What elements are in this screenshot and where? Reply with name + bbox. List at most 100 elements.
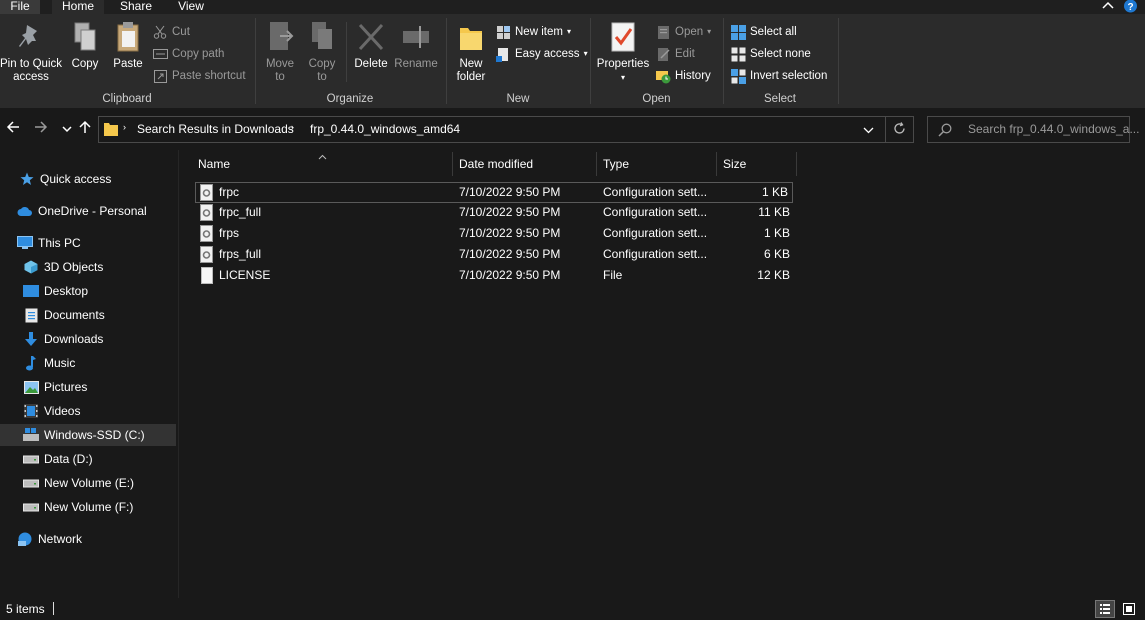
nav-label: Network — [38, 532, 83, 546]
navigation-pane: Quick access OneDrive - Personal This PC… — [0, 150, 178, 598]
pane-splitter[interactable] — [178, 150, 179, 598]
nav-item-quick-access[interactable]: Quick access — [0, 168, 176, 190]
column-header-type[interactable]: Type — [597, 152, 717, 176]
documents-icon — [22, 307, 40, 323]
pin-to-quick-access-button[interactable]: Pin to Quick access — [0, 20, 62, 84]
file-date: 7/10/2022 9:50 PM — [459, 226, 561, 240]
column-header-size[interactable]: Size — [717, 152, 797, 176]
nav-item-new-volume-e[interactable]: New Volume (E:) — [0, 472, 176, 494]
select-all-icon — [730, 24, 746, 40]
refresh-icon[interactable] — [893, 122, 906, 138]
open-button[interactable]: Open ▾ — [655, 22, 711, 42]
file-row[interactable]: frps_full 7/10/2022 9:50 PM Configuratio… — [195, 245, 793, 266]
address-dropdown-icon[interactable] — [863, 123, 874, 137]
nav-item-new-volume-f[interactable]: New Volume (F:) — [0, 496, 176, 518]
copy-to-button[interactable]: Copy to — [302, 20, 342, 84]
copy-path-button[interactable]: Copy path — [152, 44, 224, 64]
tab-share[interactable]: Share — [112, 0, 160, 14]
open-group-label: Open — [642, 93, 671, 105]
rename-label: Rename — [394, 58, 438, 70]
select-none-button[interactable]: Select none — [730, 44, 811, 64]
new-item-button[interactable]: New item ▾ — [495, 22, 571, 42]
forward-arrow-icon[interactable] — [32, 120, 50, 138]
nav-item-3d-objects[interactable]: 3D Objects — [0, 256, 176, 278]
paste-shortcut-button[interactable]: Paste shortcut — [152, 66, 246, 86]
nav-item-this-pc[interactable]: This PC — [0, 232, 176, 254]
nav-label: New Volume (E:) — [44, 476, 135, 490]
edit-button[interactable]: Edit — [655, 44, 695, 64]
file-name: frps — [219, 226, 240, 240]
file-name: frps_full — [219, 247, 262, 261]
easy-access-label: Easy access — [515, 48, 580, 60]
easy-access-button[interactable]: Easy access ▾ — [495, 44, 588, 64]
nav-item-windows-ssd[interactable]: Windows-SSD (C:) — [0, 424, 176, 446]
tab-file[interactable]: File — [0, 0, 40, 14]
config-file-icon — [199, 184, 215, 203]
large-icons-view-icon[interactable] — [1120, 601, 1138, 617]
delete-x-icon — [355, 20, 387, 54]
history-icon — [655, 68, 671, 84]
file-row[interactable]: frpc 7/10/2022 9:50 PM Configuration set… — [195, 182, 793, 203]
address-bar[interactable]: › Search Results in Downloads › frp_0.44… — [98, 116, 914, 143]
nav-item-desktop[interactable]: Desktop — [0, 280, 176, 302]
recent-locations-chevron-icon[interactable] — [58, 120, 76, 138]
drive-icon — [22, 475, 40, 491]
column-header-date[interactable]: Date modified — [453, 152, 597, 176]
copy-button[interactable]: Copy — [66, 20, 104, 71]
breadcrumb-chevron-icon[interactable]: › — [123, 122, 126, 132]
properties-button[interactable]: Properties ▾ — [595, 20, 651, 84]
file-type: Configuration sett... — [603, 226, 708, 240]
nav-item-network[interactable]: Network — [0, 528, 176, 550]
details-view-icon[interactable] — [1095, 600, 1115, 618]
config-file-icon — [199, 246, 215, 265]
nav-item-documents[interactable]: Documents — [0, 304, 176, 326]
organize-divider — [346, 22, 347, 82]
breadcrumb-search-results[interactable]: Search Results in Downloads — [137, 122, 294, 136]
copy-path-icon — [152, 46, 168, 62]
collapse-ribbon-icon[interactable] — [1102, 0, 1114, 13]
select-all-button[interactable]: Select all — [730, 22, 797, 42]
cut-button[interactable]: Cut — [152, 22, 190, 42]
file-date: 7/10/2022 9:50 PM — [459, 247, 561, 261]
organize-group-label: Organize — [326, 93, 374, 105]
properties-icon — [607, 20, 639, 54]
rename-icon — [400, 20, 432, 54]
nav-label: Music — [44, 356, 76, 370]
file-name: frpc_full — [219, 205, 262, 219]
file-row[interactable]: frps 7/10/2022 9:50 PM Configuration set… — [195, 224, 793, 245]
ribbon-tabs: File Home Share View ? — [0, 0, 1145, 14]
invert-selection-label: Invert selection — [750, 70, 828, 82]
search-box[interactable]: Search frp_0.44.0_windows_a... — [927, 116, 1139, 143]
up-arrow-icon[interactable] — [76, 120, 94, 138]
tab-home[interactable]: Home — [52, 0, 104, 14]
column-header-name[interactable]: Name — [192, 152, 453, 176]
file-name: LICENSE — [219, 268, 271, 282]
nav-label: OneDrive - Personal — [38, 204, 147, 218]
new-folder-button[interactable]: New folder — [449, 20, 493, 84]
nav-label: Windows-SSD (C:) — [44, 428, 145, 442]
move-to-button[interactable]: Move to — [260, 20, 300, 84]
nav-item-pictures[interactable]: Pictures — [0, 376, 176, 398]
back-arrow-icon[interactable] — [4, 120, 22, 138]
history-button[interactable]: History — [655, 66, 711, 86]
clipboard-group-label: Clipboard — [102, 93, 152, 105]
copy-to-label-line2: to — [317, 71, 327, 83]
file-size: 1 KB — [763, 226, 790, 240]
breadcrumb-current-folder[interactable]: frp_0.44.0_windows_amd64 — [310, 122, 460, 136]
delete-button[interactable]: Delete — [350, 20, 392, 71]
breadcrumb-chevron-icon[interactable]: › — [291, 122, 294, 132]
nav-item-data-d[interactable]: Data (D:) — [0, 448, 176, 470]
file-row[interactable]: LICENSE 7/10/2022 9:50 PM File 12 KB — [195, 266, 793, 287]
nav-item-downloads[interactable]: Downloads — [0, 328, 176, 350]
file-row[interactable]: frpc_full 7/10/2022 9:50 PM Configuratio… — [195, 203, 793, 224]
invert-selection-button[interactable]: Invert selection — [730, 66, 827, 86]
copy-to-icon — [306, 20, 338, 54]
easy-access-dropdown-icon: ▾ — [583, 49, 588, 58]
nav-item-videos[interactable]: Videos — [0, 400, 176, 422]
nav-item-onedrive[interactable]: OneDrive - Personal — [0, 200, 176, 222]
status-divider — [53, 602, 54, 615]
tab-view[interactable]: View — [170, 0, 212, 14]
paste-button[interactable]: Paste — [108, 20, 148, 71]
nav-item-music[interactable]: Music — [0, 352, 176, 374]
rename-button[interactable]: Rename — [392, 20, 440, 71]
